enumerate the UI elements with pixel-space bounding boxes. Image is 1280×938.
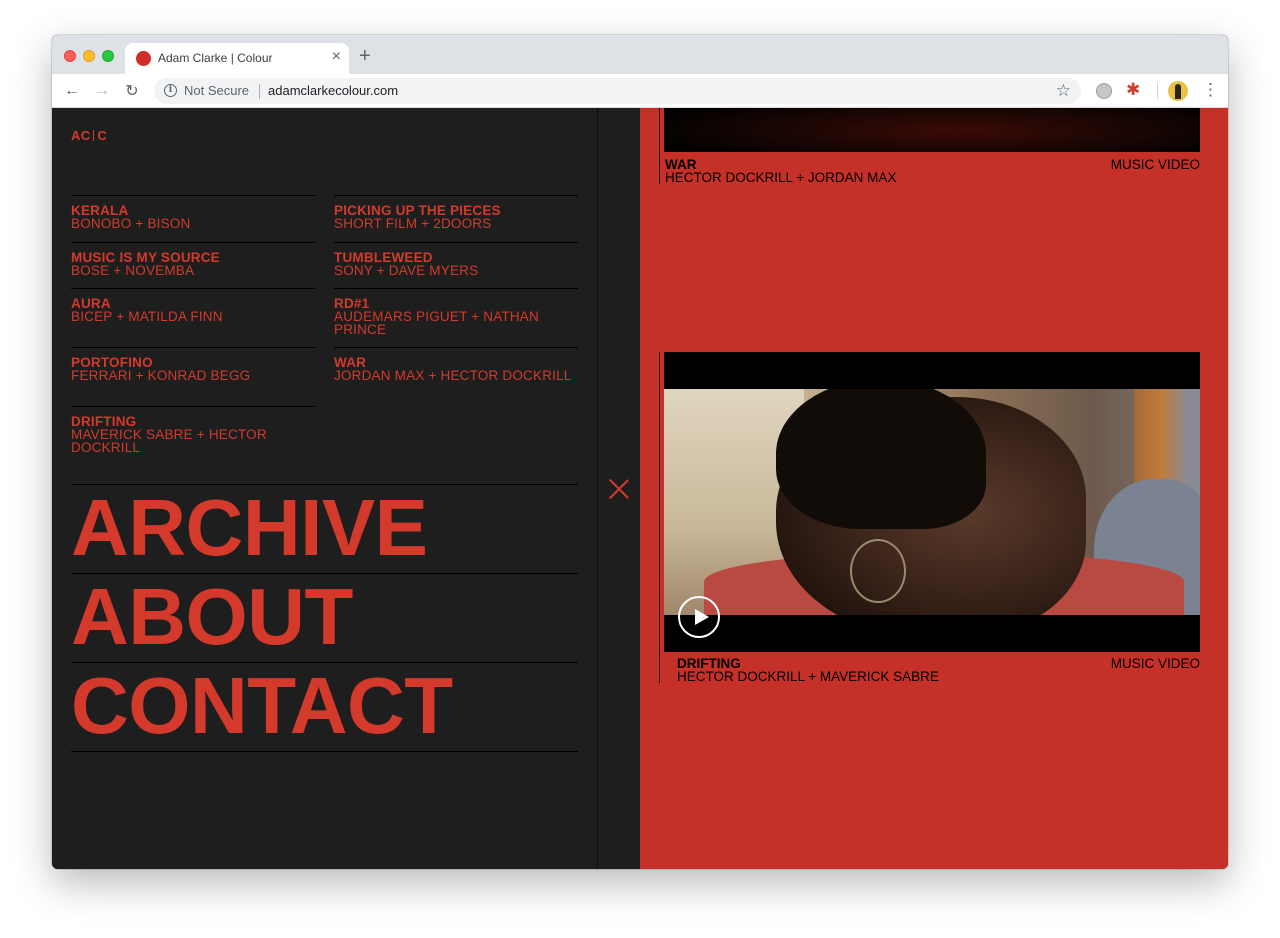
globe-extension-icon[interactable] (1096, 83, 1112, 99)
project-subtitle: MAVERICK SABRE + HECTOR DOCKRILL (71, 427, 267, 455)
menu-panel: AC C KERALA BONOBO + BISON PICKING UP THE… (52, 108, 597, 869)
forward-button[interactable]: → (91, 80, 113, 102)
project-link-aura[interactable]: AURA BICEP + MATILDA FINN (71, 288, 315, 347)
reload-button[interactable]: ↻ (121, 80, 143, 102)
video-feed: WAR HECTOR DOCKRILL + JORDAN MAX MUSIC V… (640, 108, 1228, 869)
url-text[interactable]: adamclarkecolour.com (268, 83, 398, 98)
project-link-rd1[interactable]: RD#1 AUDEMARS PIGUET + NATHAN PRINCE (334, 288, 578, 347)
back-button[interactable]: ← (61, 80, 83, 102)
video-credits: HECTOR DOCKRILL + MAVERICK SABRE (677, 669, 939, 684)
toolbar-divider (1157, 83, 1158, 99)
minimize-window-button[interactable] (83, 50, 95, 62)
close-menu-icon[interactable] (608, 478, 630, 500)
nav-bottom-rule (71, 751, 578, 752)
browser-toolbar: ← → ↻ i Not Secure adamclarkecolour.com … (52, 74, 1228, 108)
project-subtitle: BONOBO + BISON (71, 216, 191, 231)
bookmark-star-icon[interactable]: ☆ (1056, 81, 1071, 101)
project-link-tumbleweed[interactable]: TUMBLEWEED SONY + DAVE MYERS (334, 242, 578, 288)
project-link-kerala[interactable]: KERALA BONOBO + BISON (71, 195, 315, 242)
info-icon[interactable]: i (164, 84, 177, 97)
project-subtitle: AUDEMARS PIGUET + NATHAN PRINCE (334, 309, 539, 337)
project-link-picking-up-the-pieces[interactable]: PICKING UP THE PIECES SHORT FILM + 2DOOR… (334, 195, 578, 242)
nav-archive-link[interactable]: ARCHIVE (71, 484, 578, 573)
security-status: Not Secure (184, 83, 250, 98)
play-icon[interactable] (678, 596, 720, 638)
tab-close-icon[interactable]: × (332, 49, 341, 65)
project-subtitle: BICEP + MATILDA FINN (71, 309, 223, 324)
project-subtitle: SONY + DAVE MYERS (334, 263, 479, 278)
browser-window: Adam Clarke | Colour × + ← → ↻ i Not Sec… (52, 35, 1228, 869)
site-logo[interactable]: AC C (71, 128, 107, 143)
url-divider (259, 84, 260, 99)
project-link-portofino[interactable]: PORTOFINO FERRARI + KONRAD BEGG (71, 347, 315, 406)
project-subtitle: JORDAN MAX + HECTOR DOCKRILL (334, 368, 572, 383)
new-tab-button[interactable]: + (359, 46, 371, 66)
logo-divider (93, 130, 95, 141)
video-still-hair (776, 389, 986, 529)
video-credits: HECTOR DOCKRILL + JORDAN MAX (665, 170, 897, 185)
logo-text-left: AC (71, 128, 91, 143)
address-bar[interactable]: i Not Secure adamclarkecolour.com ☆ (154, 78, 1081, 104)
project-link-music-is-my-source[interactable]: MUSIC IS MY SOURCE BOSE + NOVEMBA (71, 242, 315, 288)
maximize-window-button[interactable] (102, 50, 114, 62)
video-rule (659, 352, 660, 683)
nav-contact-link[interactable]: CONTACT (71, 662, 578, 751)
video-still-earring (850, 539, 906, 603)
project-link-war[interactable]: WAR JORDAN MAX + HECTOR DOCKRILL (334, 347, 578, 406)
video-player-drifting[interactable] (664, 352, 1200, 652)
video-category: MUSIC VIDEO (1110, 656, 1200, 671)
video-thumbnail-war[interactable] (664, 108, 1200, 152)
close-strip (598, 108, 640, 869)
project-subtitle: BOSE + NOVEMBA (71, 263, 195, 278)
project-subtitle: SHORT FILM + 2DOORS (334, 216, 492, 231)
profile-avatar[interactable] (1168, 81, 1188, 101)
browser-tab[interactable]: Adam Clarke | Colour × (125, 43, 349, 74)
nav-about-link[interactable]: ABOUT (71, 573, 578, 662)
project-link-drifting[interactable]: DRIFTING MAVERICK SABRE + HECTOR DOCKRIL… (71, 406, 315, 466)
page-viewport: AC C KERALA BONOBO + BISON PICKING UP THE… (52, 108, 1228, 869)
logo-text-right: C (97, 128, 108, 143)
close-window-button[interactable] (64, 50, 76, 62)
video-category: MUSIC VIDEO (1110, 157, 1200, 172)
project-subtitle: FERRARI + KONRAD BEGG (71, 368, 251, 383)
video-rule (659, 108, 660, 184)
tab-title: Adam Clarke | Colour (158, 51, 273, 65)
browser-menu-icon[interactable]: ⋮ (1202, 80, 1219, 100)
tab-bar: Adam Clarke | Colour × + (52, 35, 1228, 74)
star-extension-icon[interactable]: ✱ (1126, 80, 1140, 100)
video-still (664, 389, 1200, 615)
favicon-icon (136, 51, 151, 66)
